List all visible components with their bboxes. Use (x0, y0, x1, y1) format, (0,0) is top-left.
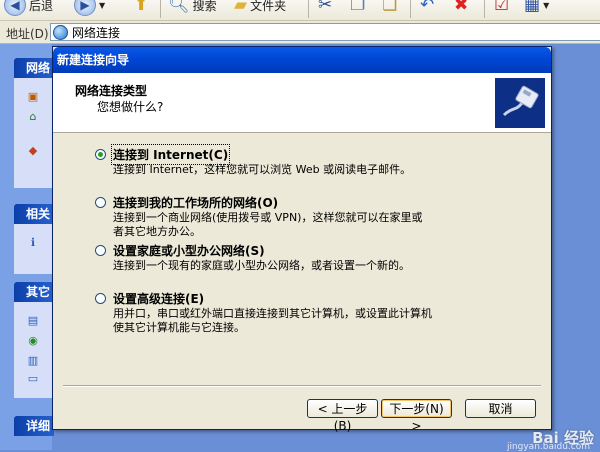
paste-icon: ❏ (382, 0, 398, 15)
option-advanced-connection[interactable]: 设置高级连接(E) 用并口，串口或红外端口直接连接到其它计算机，或设置此计算机使… (95, 289, 545, 337)
task-section-details[interactable]: 详细 (14, 416, 54, 436)
folder-icon: ▰ (234, 0, 248, 15)
radio-home-network[interactable] (95, 245, 106, 256)
back-button[interactable]: ◀ 后退 (4, 0, 53, 16)
option-description: 连接到一个商业网络(使用拨号或 VPN)，这样您就可以在家里或者其它地方办公。 (113, 211, 423, 238)
home-network-icon[interactable]: ⌂ (26, 110, 40, 124)
forward-button[interactable]: ▶ ▼ (74, 0, 105, 16)
properties-button[interactable]: ☑ (494, 0, 509, 16)
option-connect-workplace[interactable]: 连接到我的工作场所的网络(O) 连接到一个商业网络(使用拨号或 VPN)，这样您… (95, 193, 545, 241)
toolbar-separator (160, 0, 161, 18)
undo-icon: ↶ (420, 0, 435, 15)
documents-icon[interactable]: ▥ (26, 354, 40, 368)
option-label[interactable]: 连接到 Internet(C) (110, 144, 231, 165)
views-button[interactable]: ▦ ▼ (524, 0, 549, 16)
my-computer-icon[interactable]: ▭ (26, 372, 40, 386)
up-folder-button[interactable]: ⬆ (134, 0, 148, 16)
wizard-header-subtitle: 您想做什么? (97, 100, 164, 114)
next-step-button[interactable]: 下一步(N) > (381, 399, 452, 433)
address-label: 地址(D) (6, 27, 49, 41)
forward-arrow-icon: ▶ (74, 0, 96, 16)
views-icon: ▦ (524, 0, 541, 15)
firewall-icon[interactable]: ◆ (26, 144, 40, 158)
task-pane: 网络 ▣ ⌂ ◆ 相关 ℹ 其它 ▤ ◉ ▥ ▭ 详细 (0, 44, 54, 450)
toolbar-separator (308, 0, 309, 18)
option-label[interactable]: 连接到我的工作场所的网络(O) (113, 194, 278, 211)
watermark-url: jingyan.baidu.com (506, 442, 590, 452)
new-connection-wizard-dialog: 新建连接向导 网络连接类型 您想做什么? 连接到 Internet(C) 连接到… (52, 46, 552, 433)
cut-button[interactable]: ✂ (318, 0, 332, 16)
option-label[interactable]: 设置家庭或小型办公网络(S) (113, 242, 265, 259)
back-step-button[interactable]: < 上一步(B) (307, 399, 378, 433)
button-divider (63, 385, 541, 387)
address-input[interactable]: 网络连接 (50, 23, 600, 41)
copy-button[interactable]: ❐ (350, 0, 365, 16)
dropdown-arrow-icon: ▼ (99, 0, 106, 10)
option-connect-internet[interactable]: 连接到 Internet(C) 连接到 Internet，这样您就可以浏览 We… (95, 144, 545, 193)
delete-x-icon: ✖ (454, 0, 469, 15)
toolbar-separator (410, 0, 411, 18)
toolbar-separator (484, 0, 485, 18)
network-places-icon[interactable]: ◉ (26, 334, 40, 348)
up-folder-icon: ⬆ (134, 0, 149, 15)
network-cable-icon (495, 78, 545, 128)
properties-icon: ☑ (494, 0, 510, 15)
task-section-other[interactable]: 其它 (14, 282, 54, 302)
search-button[interactable]: 🔍︎ 搜索 (168, 0, 217, 16)
dialog-titlebar[interactable]: 新建连接向导 (53, 47, 551, 73)
cancel-button[interactable]: 取消 (465, 399, 536, 418)
option-description: 用并口，串口或红外端口直接连接到其它计算机，或设置此计算机使其它计算机能与它连接… (113, 307, 432, 334)
task-section-related[interactable]: 相关 (14, 204, 54, 224)
option-home-network[interactable]: 设置家庭或小型办公网络(S) 连接到一个现有的家庭或小型办公网络，或者设置一个新… (95, 241, 545, 289)
wizard-header-title: 网络连接类型 (75, 84, 148, 98)
option-label[interactable]: 设置高级连接(E) (113, 290, 204, 307)
search-label: 搜索 (192, 0, 217, 13)
radio-connect-internet[interactable] (95, 149, 106, 160)
copy-icon: ❐ (350, 0, 366, 15)
back-label: 后退 (29, 0, 54, 13)
connection-task-icon[interactable]: ▣ (26, 90, 40, 104)
folders-label: 文件夹 (250, 0, 287, 13)
option-description: 连接到一个现有的家庭或小型办公网络，或者设置一个新的。 (113, 259, 410, 272)
search-icon: 🔍︎ (168, 0, 190, 15)
radio-connect-workplace[interactable] (95, 197, 106, 208)
connection-type-options: 连接到 Internet(C) 连接到 Internet，这样您就可以浏览 We… (95, 144, 545, 337)
address-bar: 地址(D) 网络连接 (0, 21, 600, 44)
scissors-icon: ✂ (318, 0, 333, 15)
paste-button[interactable]: ❏ (382, 0, 397, 16)
dropdown-arrow-icon: ▼ (543, 0, 550, 10)
option-description: 连接到 Internet，这样您就可以浏览 Web 或阅读电子邮件。 (113, 163, 412, 176)
undo-button[interactable]: ↶ (420, 0, 434, 16)
back-arrow-icon: ◀ (4, 0, 26, 16)
control-panel-icon[interactable]: ▤ (26, 314, 40, 328)
address-value: 网络连接 (72, 25, 121, 40)
info-icon[interactable]: ℹ (26, 236, 40, 250)
network-globe-icon (53, 24, 68, 40)
radio-advanced-connection[interactable] (95, 293, 106, 304)
task-section-network[interactable]: 网络 (14, 58, 54, 78)
folders-button[interactable]: ▰ 文件夹 (234, 0, 286, 16)
wizard-header: 网络连接类型 您想做什么? (53, 73, 551, 133)
delete-button[interactable]: ✖ (454, 0, 468, 16)
explorer-toolbar: ◀ 后退 ▶ ▼ ⬆ 🔍︎ 搜索 ▰ 文件夹 ✂ ❐ ❏ ↶ ✖ ☑ ▦ ▼ (0, 0, 600, 21)
